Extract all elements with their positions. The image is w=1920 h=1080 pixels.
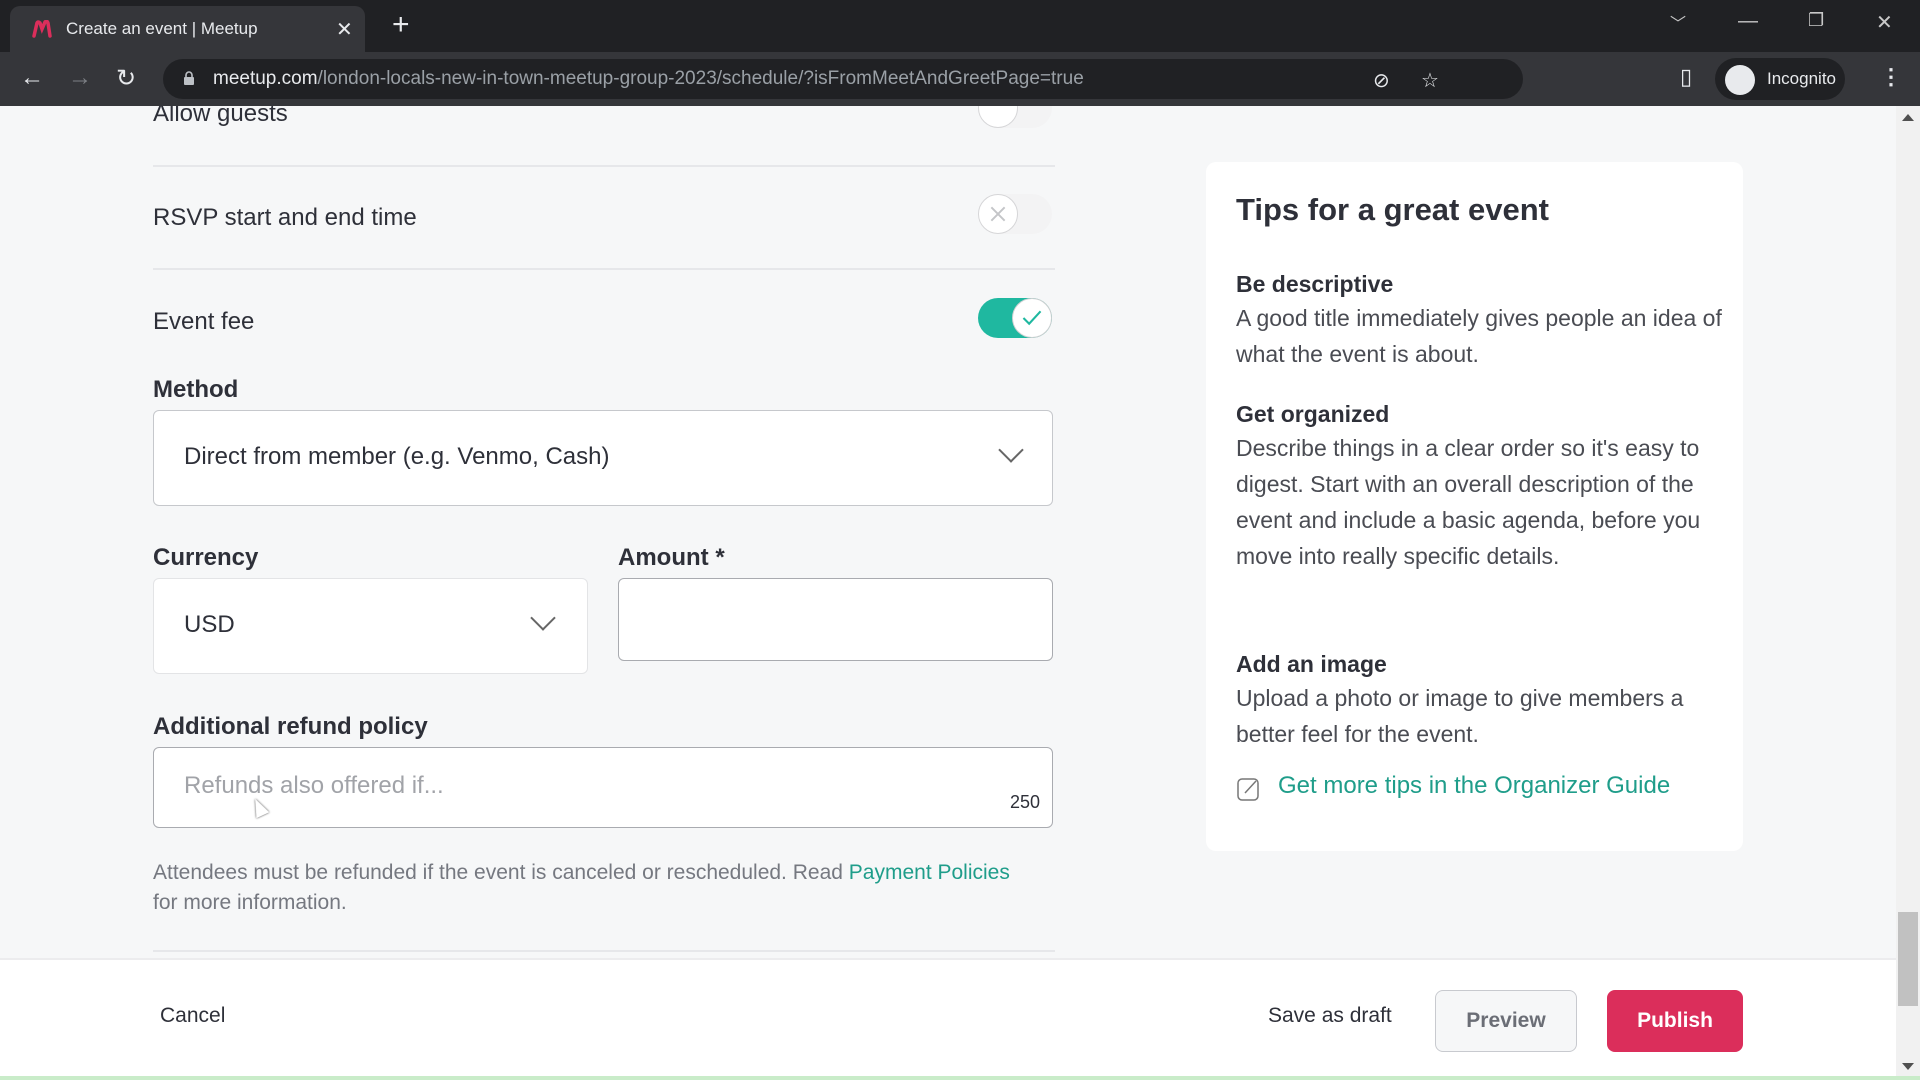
bottom-edge — [0, 1076, 1920, 1080]
currency-value: USD — [184, 611, 235, 638]
browser-menu-icon[interactable]: ⋮ — [1880, 64, 1902, 90]
url-text[interactable]: meetup.com/london-locals-new-in-town-mee… — [213, 68, 1084, 90]
refund-policy-input[interactable]: Refunds also offered if... 250 — [153, 747, 1053, 828]
save-draft-button[interactable]: Save as draft — [1268, 1004, 1392, 1028]
incognito-icon — [1725, 65, 1755, 95]
refund-helper-text: Attendees must be refunded if the event … — [153, 858, 1033, 918]
tip-item: Be descriptive A good title immediately … — [1236, 268, 1726, 372]
payment-policies-link[interactable]: Payment Policies — [849, 861, 1010, 884]
url-path: /london-locals-new-in-town-meetup-group-… — [317, 68, 1084, 89]
method-select[interactable]: Direct from member (e.g. Venmo, Cash) — [153, 410, 1053, 506]
divider — [153, 268, 1055, 270]
publish-button[interactable]: Publish — [1607, 990, 1743, 1052]
close-tab-icon[interactable]: ✕ — [336, 17, 353, 42]
page-scrollbar[interactable] — [1896, 106, 1920, 1076]
rsvp-time-toggle[interactable] — [978, 194, 1052, 234]
profile-label: Incognito — [1767, 69, 1836, 88]
reload-icon[interactable]: ↻ — [116, 64, 136, 93]
browser-toolbar: ← → ↻ meetup.com/london-locals-new-in-to… — [0, 52, 1920, 106]
method-value: Direct from member (e.g. Venmo, Cash) — [184, 443, 610, 470]
event-fee-label: Event fee — [153, 308, 255, 335]
browser-tab-bar: Create an event | Meetup ✕ + ﹀ — ❐ ✕ — [0, 0, 1920, 52]
allow-guests-toggle[interactable] — [978, 106, 1052, 128]
rsvp-time-label: RSVP start and end time — [153, 204, 417, 231]
minimize-icon[interactable]: — — [1738, 10, 1758, 33]
amount-label: Amount * — [618, 544, 725, 571]
method-label: Method — [153, 376, 239, 403]
meetup-logo-icon — [32, 20, 52, 38]
tip-title: Add an image — [1236, 651, 1387, 677]
divider — [153, 950, 1055, 952]
url-host: meetup.com — [213, 68, 318, 89]
toggle-on-check-icon — [1012, 298, 1052, 338]
address-bar[interactable]: meetup.com/london-locals-new-in-town-mee… — [163, 59, 1523, 99]
footer-action-bar: Cancel Save as draft Preview Publish — [0, 958, 1896, 1076]
helper-text: Attendees must be refunded if the event … — [153, 861, 849, 884]
tip-item: Get organized Describe things in a clear… — [1236, 398, 1726, 574]
tip-item: Add an image Upload a photo or image to … — [1236, 648, 1726, 752]
currency-select[interactable]: USD — [153, 578, 588, 674]
scroll-down-arrow-icon[interactable] — [1902, 1063, 1914, 1070]
incognito-profile-button[interactable]: Incognito — [1715, 58, 1845, 100]
tip-body: Describe things in a clear order so it's… — [1236, 435, 1701, 569]
divider — [153, 165, 1055, 167]
tips-title: Tips for a great event — [1236, 192, 1549, 227]
helper-suffix: for more information. — [153, 891, 347, 914]
tip-body: A good title immediately gives people an… — [1236, 305, 1722, 367]
refund-policy-placeholder: Refunds also offered if... — [184, 772, 444, 799]
cancel-button[interactable]: Cancel — [160, 1004, 225, 1028]
new-tab-icon[interactable]: + — [392, 8, 410, 42]
allow-guests-label: Allow guests — [153, 106, 288, 127]
tip-title: Get organized — [1236, 401, 1390, 427]
scrollbar-thumb[interactable] — [1898, 912, 1918, 1006]
chevron-down-icon — [530, 605, 556, 631]
currency-label: Currency — [153, 544, 259, 571]
window-close-icon[interactable]: ✕ — [1876, 10, 1893, 35]
back-icon[interactable]: ← — [20, 64, 44, 92]
lock-icon — [184, 71, 194, 85]
tab-search-chevron-icon[interactable]: ﹀ — [1670, 10, 1686, 34]
chevron-down-icon — [998, 437, 1024, 463]
tip-body: Upload a photo or image to give members … — [1236, 685, 1684, 747]
scroll-up-arrow-icon[interactable] — [1902, 114, 1914, 121]
event-form-page: Allow guests RSVP start and end time Eve… — [0, 106, 1896, 958]
toggle-off-x-icon — [978, 194, 1018, 234]
bookmark-star-icon[interactable]: ☆ — [1421, 68, 1439, 93]
side-panel-icon[interactable]: ▯ — [1680, 64, 1692, 90]
preview-button[interactable]: Preview — [1435, 990, 1577, 1052]
refund-policy-label: Additional refund policy — [153, 713, 428, 740]
restore-icon[interactable]: ❐ — [1808, 10, 1824, 31]
tip-title: Be descriptive — [1236, 271, 1394, 297]
toggle-off-x-icon — [978, 106, 1018, 128]
external-link-icon — [1237, 778, 1259, 801]
character-counter: 250 — [1009, 792, 1040, 812]
browser-tab[interactable]: Create an event | Meetup ✕ — [10, 6, 365, 52]
forward-icon[interactable]: → — [68, 64, 92, 92]
event-fee-toggle[interactable] — [978, 298, 1052, 338]
tips-card: Tips for a great event Be descriptive A … — [1206, 162, 1743, 851]
organizer-guide-link-text[interactable]: Get more tips in the Organizer Guide — [1278, 772, 1670, 800]
amount-input[interactable] — [618, 578, 1053, 661]
tracking-blocked-eye-icon[interactable]: ⊘ — [1373, 68, 1390, 93]
tab-title: Create an event | Meetup — [66, 19, 258, 38]
